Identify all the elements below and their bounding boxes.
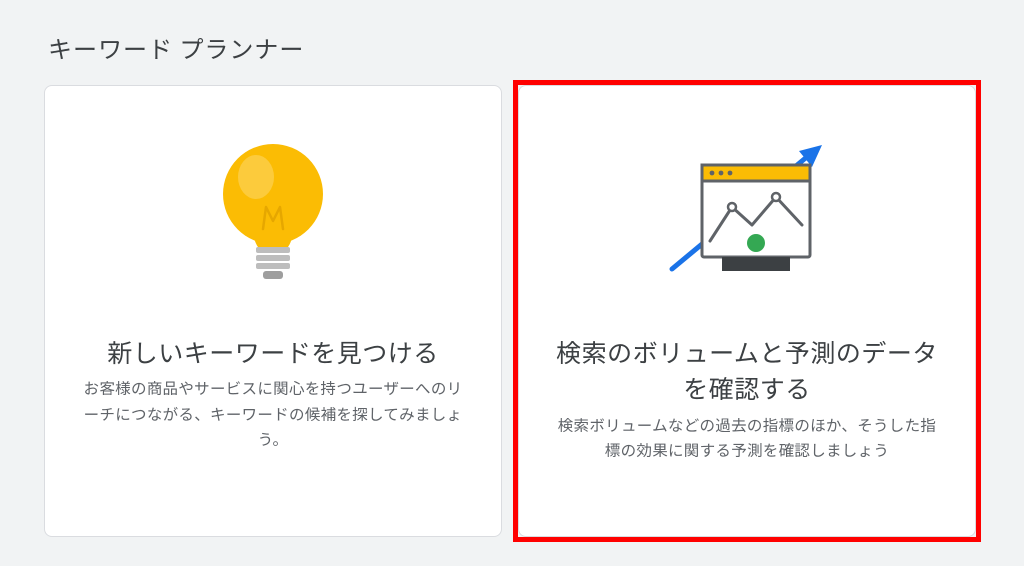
card-title: 新しいキーワードを見つける	[107, 334, 439, 370]
page-title: キーワード プランナー	[48, 30, 980, 65]
card-forecast-volume[interactable]: 検索のボリュームと予測のデータを確認する 検索ボリュームなどの過去の指標のほか、…	[518, 85, 976, 537]
lightbulb-icon	[73, 114, 473, 314]
card-discover-keywords[interactable]: 新しいキーワードを見つける お客様の商品やサービスに関心を持つユーザーへのリーチ…	[44, 85, 502, 537]
forecast-chart-icon	[547, 114, 947, 314]
card-description: お客様の商品やサービスに関心を持つユーザーへのリーチにつながる、キーワードの候補…	[73, 376, 473, 453]
card-title: 検索のボリュームと予測のデータを確認する	[547, 334, 947, 407]
cards-row: 新しいキーワードを見つける お客様の商品やサービスに関心を持つユーザーへのリーチ…	[44, 85, 980, 537]
card-description: 検索ボリュームなどの過去の指標のほか、そうした指標の効果に関する予測を確認しまし…	[547, 413, 947, 464]
